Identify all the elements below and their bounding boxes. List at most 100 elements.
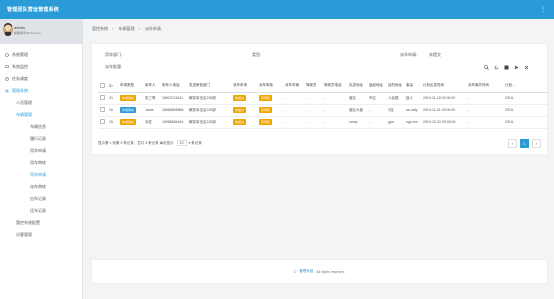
- column-header[interactable]: 申请类型: [118, 80, 143, 93]
- sidebar-item-vehicle-info[interactable]: 车辆信息: [0, 121, 83, 133]
- sidebar-item-vehicles[interactable]: 车辆管理: [0, 109, 83, 121]
- avatar[interactable]: [3, 23, 13, 36]
- column-header[interactable]: 途经地址: [367, 80, 386, 93]
- table-cell-car: -: [283, 92, 304, 105]
- table-cell-dept: 解放军全区225部: [187, 116, 231, 129]
- chevron-right-icon: ›: [138, 26, 140, 31]
- column-header[interactable]: ID: [107, 80, 118, 93]
- app-title[interactable]: 管理团队营运管理系统: [0, 6, 59, 13]
- table-cell-apply: 未提交: [231, 116, 257, 129]
- sidebar-item-visitors[interactable]: 访客管理: [0, 229, 83, 241]
- sidebar-item-dispatch-review[interactable]: 派车审核: [0, 181, 83, 193]
- search-icon[interactable]: [483, 64, 490, 71]
- table-cell-type: 外地用车: [118, 104, 143, 117]
- table-cell-apply: 未提交: [231, 92, 257, 105]
- sidebar-item-label: 派车审核: [30, 184, 46, 189]
- pager-suffix-text: 条记录: [191, 141, 202, 145]
- table-cell-to: 3连: [386, 104, 404, 117]
- column-header[interactable]: 驾驶员电话: [322, 80, 347, 93]
- sidebar-item-label: 履行记录: [30, 136, 46, 141]
- table-row[interactable]: 15 本地用车 韦狂 18988684444 解放军全区225部 未提交 待审核 - - - cam…: [98, 116, 548, 129]
- table-cell-from: 营区大营: [347, 104, 367, 117]
- table-cell-driver: -: [304, 92, 322, 105]
- status-badge: 待审核: [259, 95, 273, 101]
- grid-icon[interactable]: [503, 64, 510, 71]
- table-cell-driver: -: [304, 104, 322, 117]
- sidebar-item-system[interactable]: 系统管理: [0, 49, 83, 61]
- column-header[interactable]: 计划...: [503, 80, 548, 93]
- sidebar-item-label: 用车审核: [30, 160, 46, 165]
- table-cell-leave: -: [466, 116, 503, 129]
- sidebar-item-config[interactable]: 管控系统配置: [0, 217, 83, 229]
- column-header[interactable]: 事由: [404, 80, 421, 93]
- column-header[interactable]: 派车离开时间: [466, 80, 503, 93]
- sidebar-item-label: 人员管理: [16, 100, 32, 105]
- breadcrumb-item[interactable]: 车辆管理: [118, 26, 134, 31]
- table-header-row: ID 申请类型 用车人 用车人电话 发送审批部门 派车申请 派车审批 派车车辆 …: [98, 80, 548, 93]
- row-checkbox[interactable]: [98, 92, 107, 105]
- column-header[interactable]: 出发地址: [347, 80, 367, 93]
- sidebar-item-departure[interactable]: 出车记录: [0, 193, 83, 205]
- filter-status-select[interactable]: 未提交: [429, 52, 441, 58]
- sidebar-item-car-apply[interactable]: 用车申请: [0, 145, 83, 157]
- table-cell-plan: 2019-11-18 00:00:00: [421, 92, 466, 105]
- column-header[interactable]: 派车审批: [257, 80, 283, 93]
- column-header[interactable]: 驾驶员: [304, 80, 322, 93]
- menu-icon[interactable]: ⋮: [540, 6, 546, 13]
- table-cell-leave: -: [466, 92, 503, 105]
- send-icon[interactable]: [513, 64, 520, 71]
- sidebar-item-personnel[interactable]: 人员管理: [0, 97, 83, 109]
- column-header[interactable]: 派车申请: [231, 80, 257, 93]
- list-icon: [5, 89, 9, 93]
- table-row[interactable]: 16 外地用车 Jame 18668808868 解放军全区225部 未提交 待审核 - - - 营…: [98, 104, 548, 117]
- column-header[interactable]: 计划出发时间: [421, 80, 466, 93]
- sidebar-item-monitor[interactable]: 系统监控: [0, 61, 83, 73]
- sidebar-item-car-review[interactable]: 用车审核: [0, 157, 83, 169]
- column-header[interactable]: 用车人: [143, 80, 160, 93]
- table-cell-reason: ss-rady: [404, 104, 421, 117]
- row-checkbox[interactable]: [98, 104, 107, 117]
- sidebar-item-schedule[interactable]: 任务调度: [0, 73, 83, 85]
- refresh-icon[interactable]: [493, 64, 500, 71]
- breadcrumb-item[interactable]: 管控系统: [92, 26, 108, 31]
- table-cell-driver: -: [304, 116, 322, 129]
- status-badge: 待审核: [259, 107, 273, 113]
- prev-page-button[interactable]: ‹: [508, 139, 517, 148]
- table-cell-leave: -: [466, 104, 503, 117]
- table-row[interactable]: 21 本地用车 张三哥 18623716411 解放军全区235部 未提交 待审核 - - - 营区…: [98, 92, 548, 105]
- filter-type-label: 类型:: [252, 52, 262, 57]
- column-header[interactable]: 用车人电话: [160, 80, 187, 93]
- column-header[interactable]: 派车车辆: [283, 80, 304, 93]
- sidebar-item-label: 出车记录: [30, 196, 46, 201]
- status-badge: 未提交: [233, 119, 247, 125]
- table-cell-reason: cgs-ren: [404, 116, 421, 129]
- sidebar-item-label: 用车申请: [30, 148, 46, 153]
- column-header[interactable]: 目的地址: [386, 80, 404, 93]
- row-checkbox[interactable]: [98, 116, 107, 129]
- next-page-button[interactable]: ›: [532, 139, 541, 148]
- table-cell-car: -: [283, 116, 304, 129]
- pagination: ‹ 1 ›: [508, 139, 541, 148]
- settings-icon[interactable]: [523, 64, 530, 71]
- table-cell-dept: 解放军全区235部: [187, 92, 231, 105]
- table-cell-dept: 解放军全区225部: [187, 104, 231, 117]
- table-cell-via: 市区: [367, 92, 386, 105]
- footer-link[interactable]: 管理系统: [299, 269, 313, 274]
- status-badge: 待审核: [259, 119, 273, 125]
- status-badge: 未提交: [233, 95, 247, 101]
- sidebar-item-label: 车辆管理: [16, 112, 32, 117]
- table-cell-more: 2019-: [503, 116, 548, 129]
- sidebar-item-dispatch-apply[interactable]: 用车申请: [0, 169, 83, 181]
- page-button[interactable]: 1: [520, 139, 529, 148]
- sidebar-item-management[interactable]: 管理系统: [0, 85, 83, 97]
- table-cell-from: 营区: [347, 92, 367, 105]
- table-cell-review: 待审核: [257, 116, 283, 129]
- column-header[interactable]: 发送审批部门: [187, 80, 231, 93]
- table-cell-more: 2019-: [503, 92, 548, 105]
- select-all-checkbox[interactable]: [98, 80, 107, 93]
- sidebar-item-records[interactable]: 履行记录: [0, 133, 83, 145]
- page-size-select[interactable]: 10: [176, 140, 187, 146]
- sidebar-item-return[interactable]: 还车记录: [0, 205, 83, 217]
- sidebar-item-label: 管理系统: [12, 88, 28, 93]
- table-cell-phone: 18988684444: [160, 116, 187, 129]
